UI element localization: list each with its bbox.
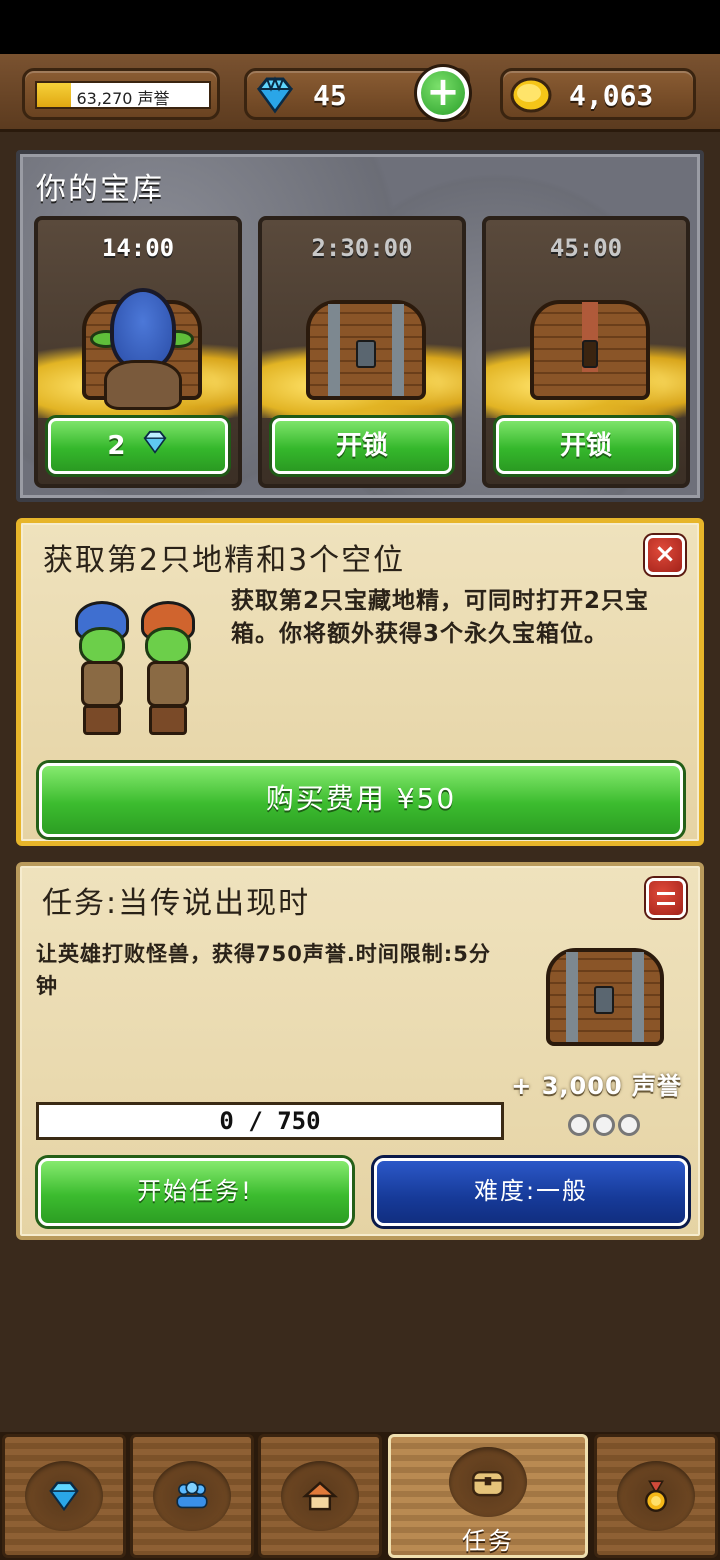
gem-icon: [49, 1481, 79, 1512]
lock-icon: [594, 986, 614, 1014]
bottom-nav: 任务: [0, 1432, 720, 1560]
quest-panel: 任务:当传说出现时 让英雄打败怪兽，获得750声誉.时间限制:5分钟 + 3,0…: [16, 862, 704, 1240]
chest-icon: [472, 1470, 504, 1497]
nav-label-quests: 任务: [462, 1527, 514, 1555]
nav-tab-quests[interactable]: 任务: [388, 1434, 588, 1558]
nav-tab-heroes[interactable]: [130, 1434, 254, 1558]
status-bar: [0, 0, 720, 54]
resource-bar: 63,270 声誉 45 4,063: [0, 54, 720, 132]
lock-icon: [356, 340, 376, 368]
gold-display: 4,063: [500, 68, 696, 120]
difficulty-star-empty: [618, 1114, 640, 1136]
goblin-body-image: [104, 360, 182, 410]
gem-icon: [253, 73, 297, 121]
nav-tab-shop[interactable]: [2, 1434, 126, 1558]
goblin-offer-panel: 获取第2只地精和3个空位 × 获取第2只宝藏地精，可同时打开2只宝箱。你将额外获…: [16, 518, 704, 846]
reputation-text: 63,270 声誉: [76, 89, 170, 108]
people-icon: [176, 1481, 208, 1509]
add-gems-button[interactable]: +: [414, 64, 472, 122]
goblin-blue-image: [69, 601, 135, 737]
unlock-button[interactable]: 开锁: [272, 418, 452, 474]
quest-progress-text: 0 / 750: [219, 1107, 321, 1135]
wooden-chest-image: [530, 300, 650, 400]
quest-progress-bar: 0 / 750: [36, 1102, 504, 1140]
slot-timer: 2:30:00: [311, 234, 413, 262]
plus-icon: +: [421, 71, 465, 115]
unlock-button[interactable]: 开锁: [496, 418, 676, 474]
reward-chest-image: [546, 948, 664, 1046]
gem-icon: [141, 422, 169, 472]
vault-slot-1[interactable]: 14:00 2: [34, 216, 242, 488]
offer-description: 获取第2只宝藏地精，可同时打开2只宝箱。你将额外获得3个永久宝箱位。: [231, 588, 650, 647]
speedup-cost: 2: [107, 431, 126, 461]
gems-count: 45: [313, 79, 347, 112]
reputation-bar: 63,270 声誉: [35, 81, 211, 109]
difficulty-button[interactable]: 难度:一般: [374, 1158, 688, 1226]
two-goblins-image: [57, 595, 227, 745]
quest-menu-icon[interactable]: [646, 878, 686, 918]
goblin-orange-image: [135, 601, 201, 737]
vault-panel: 你的宝库 14:00 2 2:30:00 开锁 45:00 开锁: [16, 150, 704, 502]
slot-timer: 45:00: [549, 234, 623, 262]
medal-icon: [644, 1480, 668, 1512]
close-offer-button[interactable]: ×: [645, 535, 685, 575]
home-icon: [302, 1481, 338, 1511]
vault-slot-3[interactable]: 45:00 开锁: [482, 216, 690, 488]
reputation-display: 63,270 声誉: [22, 68, 220, 120]
buy-button[interactable]: 购买费用 ¥50: [39, 763, 683, 837]
slot-timer: 14:00: [101, 234, 175, 262]
nav-tab-town[interactable]: [258, 1434, 382, 1558]
quest-description: 让英雄打败怪兽，获得750声誉.时间限制:5分钟: [36, 942, 491, 998]
nav-tab-achievements[interactable]: [594, 1434, 718, 1558]
start-quest-button[interactable]: 开始任务!: [38, 1158, 352, 1226]
gold-count: 4,063: [569, 79, 654, 112]
quest-reward: + 3,000 声誉: [511, 1072, 682, 1100]
vault-slot-2[interactable]: 2:30:00 开锁: [258, 216, 466, 488]
difficulty-star-empty: [568, 1114, 590, 1136]
difficulty-star-empty: [593, 1114, 615, 1136]
gold-coin-icon: [509, 75, 553, 119]
speedup-gems-button[interactable]: 2: [48, 418, 228, 474]
quest-title: 任务:当传说出现时: [42, 886, 311, 921]
offer-title: 获取第2只地精和3个空位: [43, 543, 406, 578]
lock-icon: [582, 340, 598, 368]
difficulty-stars: [568, 1112, 644, 1138]
goblin-image: [110, 288, 176, 370]
iron-chest-image: [306, 300, 426, 400]
vault-title: 你的宝库: [36, 172, 164, 207]
